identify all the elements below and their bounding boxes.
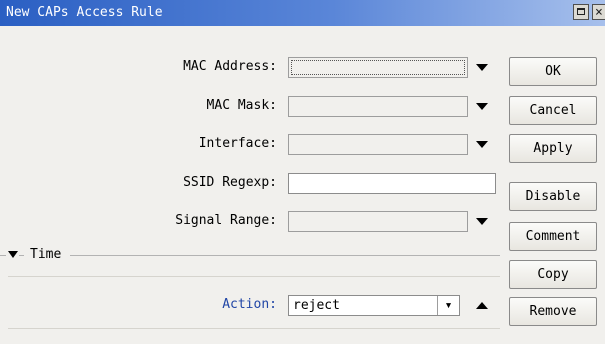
action-label: Action: [222, 297, 277, 312]
comment-button[interactable]: Comment [509, 222, 597, 251]
apply-button[interactable]: Apply [509, 134, 597, 163]
window-title: New CAPs Access Rule [6, 5, 163, 20]
mac-mask-dropdown-icon[interactable] [476, 103, 488, 110]
ssid-regexp-input[interactable] [288, 173, 496, 194]
section-divider [19, 255, 24, 256]
dialog-window: New CAPs Access Rule × MAC Address: MAC … [0, 0, 605, 344]
mac-mask-field[interactable] [288, 96, 468, 117]
mac-address-label: MAC Address: [183, 59, 277, 74]
maximize-icon[interactable] [573, 4, 589, 20]
time-section-label: Time [30, 247, 62, 262]
signal-range-dropdown-icon[interactable] [476, 218, 488, 225]
copy-button[interactable]: Copy [509, 260, 597, 289]
separator-line [8, 328, 500, 329]
interface-field[interactable] [288, 134, 468, 155]
separator-line [8, 276, 500, 277]
section-divider [70, 255, 500, 256]
action-value: reject [293, 298, 340, 313]
interface-dropdown-icon[interactable] [476, 141, 488, 148]
action-remove-up-icon[interactable] [476, 302, 488, 309]
time-section-header[interactable]: Time [0, 246, 500, 264]
remove-button[interactable]: Remove [509, 297, 597, 326]
mac-mask-label: MAC Mask: [206, 98, 277, 113]
action-select-button[interactable]: ▾ [437, 296, 459, 315]
action-select[interactable]: reject ▾ [288, 295, 460, 316]
mac-address-dropdown-icon[interactable] [476, 64, 488, 71]
cancel-button[interactable]: Cancel [509, 96, 597, 125]
disable-button[interactable]: Disable [509, 182, 597, 211]
mac-address-field[interactable] [288, 57, 468, 78]
ok-button[interactable]: OK [509, 57, 597, 86]
section-divider [0, 255, 6, 256]
title-bar[interactable]: New CAPs Access Rule × [0, 0, 605, 26]
ssid-regexp-label: SSID Regexp: [183, 175, 277, 190]
collapse-triangle-icon[interactable] [8, 251, 18, 258]
signal-range-field[interactable] [288, 211, 468, 232]
signal-range-label: Signal Range: [175, 213, 277, 228]
interface-label: Interface: [198, 136, 277, 151]
dropdown-list-icon: ▾ [444, 298, 453, 313]
close-icon[interactable]: × [592, 4, 605, 20]
